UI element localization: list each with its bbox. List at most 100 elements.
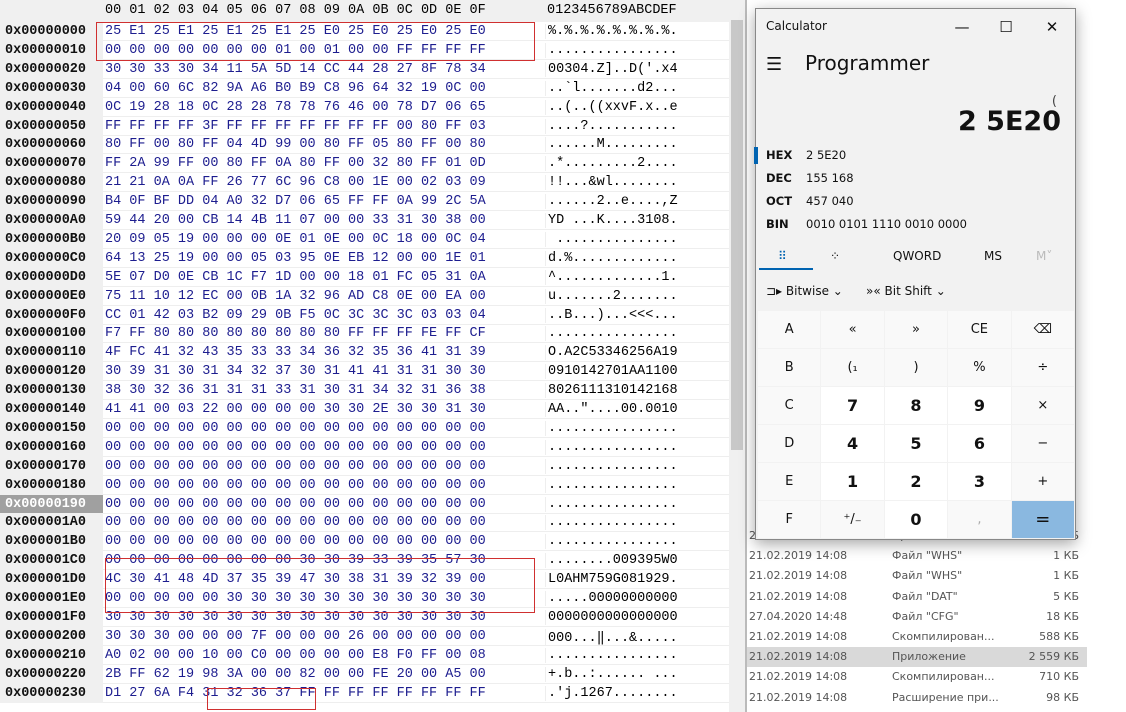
row-ascii[interactable]: 00304.Z]..D('.x4 <box>545 61 678 77</box>
key-10[interactable]: C <box>758 387 821 424</box>
row-hex-bytes[interactable]: 38 30 32 36 31 31 31 33 31 30 31 34 32 3… <box>105 383 486 398</box>
row-address[interactable]: 0x00000230 <box>0 683 103 703</box>
minimize-button[interactable]: — <box>939 13 985 41</box>
row-ascii[interactable]: ....?........... <box>545 118 678 134</box>
key-3[interactable]: CE <box>948 311 1011 348</box>
row-ascii[interactable]: ........009395W0 <box>545 553 678 569</box>
radix-row-dec[interactable]: DEC 155 168 <box>756 167 1076 190</box>
key-4[interactable]: ⌫ <box>1011 311 1074 348</box>
row-address[interactable]: 0x000000C0 <box>0 248 103 268</box>
key-25[interactable]: F <box>758 501 821 538</box>
row-ascii[interactable]: YD ...K....3108. <box>545 213 678 228</box>
row-address[interactable]: 0x000000D0 <box>0 267 103 287</box>
key-27[interactable]: 0 <box>884 501 948 538</box>
close-button[interactable]: ✕ <box>1029 13 1075 41</box>
row-ascii[interactable]: ................ <box>545 477 678 493</box>
file-row[interactable]: 21.02.2019 14:08 Расширение при... 98 КБ <box>747 688 1087 708</box>
row-address[interactable]: 0x00000150 <box>0 418 103 438</box>
row-address[interactable]: 0x000001C0 <box>0 551 103 571</box>
memory-store-button[interactable]: MS <box>984 249 1002 263</box>
row-ascii[interactable]: ................ <box>545 496 678 512</box>
row-address[interactable]: 0x00000030 <box>0 78 103 98</box>
row-hex-bytes[interactable]: FF FF FF FF 3F FF FF FF FF FF FF FF 00 8… <box>105 119 486 134</box>
memory-recall-button[interactable]: M˅ <box>1036 249 1052 263</box>
key-24[interactable]: + <box>1011 463 1074 500</box>
row-address[interactable]: 0x000000F0 <box>0 305 103 325</box>
row-hex-bytes[interactable]: 4F FC 41 32 43 35 33 33 34 36 32 35 36 4… <box>105 345 486 360</box>
row-hex-bytes[interactable]: B4 0F BF DD 04 A0 32 D7 06 65 FF FF 0A 9… <box>105 194 486 209</box>
hamburger-menu-icon[interactable]: ☰ <box>766 54 782 75</box>
row-ascii[interactable]: .....00000000000 <box>545 591 678 606</box>
file-row[interactable]: 21.02.2019 14:08 Файл "DAT" 5 КБ <box>747 587 1087 607</box>
bitshift-dropdown[interactable]: »« Bit Shift ⌄ <box>866 284 946 298</box>
row-ascii[interactable]: ................ <box>545 647 678 663</box>
row-ascii[interactable]: 000...‖...&..... <box>545 628 678 646</box>
key-17[interactable]: 5 <box>884 425 948 462</box>
row-hex-bytes[interactable]: 00 00 00 00 00 00 00 00 00 00 00 00 00 0… <box>105 515 486 530</box>
scrollbar-thumb[interactable] <box>731 20 743 450</box>
row-address[interactable]: 0x00000210 <box>0 645 103 665</box>
key-13[interactable]: 9 <box>948 387 1011 424</box>
row-ascii[interactable]: ................ <box>545 439 678 455</box>
row-address[interactable]: 0x00000130 <box>0 381 103 401</box>
row-ascii[interactable]: ^.............1. <box>545 269 678 285</box>
file-row[interactable]: 21.02.2019 14:08 Скомпилирован... 710 КБ <box>747 667 1087 687</box>
row-ascii[interactable]: ..`l.......d2... <box>545 80 678 96</box>
row-address[interactable]: 0x00000070 <box>0 154 103 174</box>
row-address[interactable]: 0x00000000 <box>0 22 103 41</box>
row-hex-bytes[interactable]: 00 00 00 00 00 00 00 00 00 00 00 00 00 0… <box>105 478 486 493</box>
key-12[interactable]: 8 <box>884 387 948 424</box>
row-ascii[interactable]: ..(..((xxvF.x..e <box>545 99 678 115</box>
row-ascii[interactable]: L0AHM759G081929. <box>545 572 678 588</box>
word-size-button[interactable]: QWORD <box>893 249 941 263</box>
row-ascii[interactable]: 8026111310142168 <box>545 383 678 399</box>
file-row[interactable]: 27.04.2020 14:48 Файл "CFG" 18 КБ <box>747 607 1087 627</box>
key-20[interactable]: E <box>758 463 821 500</box>
row-ascii[interactable]: ......M......... <box>545 137 678 153</box>
row-hex-bytes[interactable]: 21 21 0A 0A FF 26 77 6C 96 C8 00 1E 00 0… <box>105 175 486 190</box>
row-ascii[interactable]: O.A2C53346256A19 <box>545 345 678 361</box>
row-address[interactable]: 0x00000140 <box>0 400 103 419</box>
row-address[interactable]: 0x00000100 <box>0 324 103 344</box>
row-address[interactable]: 0x00000010 <box>0 40 103 60</box>
key-15[interactable]: D <box>758 425 821 462</box>
row-address[interactable]: 0x00000080 <box>0 173 103 193</box>
row-hex-bytes[interactable]: 5E 07 D0 0E CB 1C F7 1D 00 00 18 01 FC 0… <box>105 270 486 285</box>
row-ascii[interactable]: ..B...)...<<<... <box>545 307 678 323</box>
row-hex-bytes[interactable]: CC 01 42 03 B2 09 29 0B F5 0C 3C 3C 3C 0… <box>105 308 486 323</box>
key-18[interactable]: 6 <box>948 425 1011 462</box>
key-1[interactable]: « <box>821 311 884 348</box>
row-hex-bytes[interactable]: 30 39 31 30 31 34 32 37 30 31 41 41 31 3… <box>105 364 486 379</box>
row-hex-bytes[interactable]: 00 00 00 00 00 00 00 00 00 00 00 00 00 0… <box>105 534 486 549</box>
row-address[interactable]: 0x000001F0 <box>0 607 103 627</box>
row-address[interactable]: 0x000001A0 <box>0 513 103 533</box>
file-row[interactable]: 21.02.2019 14:08 Файл "WHS" 1 КБ <box>747 546 1087 566</box>
row-hex-bytes[interactable]: 0C 19 28 18 0C 28 28 78 78 76 46 00 78 D… <box>105 100 486 115</box>
key-23[interactable]: 3 <box>948 463 1011 500</box>
key-14[interactable]: × <box>1011 387 1074 424</box>
row-hex-bytes[interactable]: 00 00 00 00 00 00 00 00 00 00 00 00 00 0… <box>105 421 486 436</box>
row-address[interactable]: 0x00000180 <box>0 475 103 495</box>
row-address[interactable]: 0x000001E0 <box>0 589 103 608</box>
row-ascii[interactable]: ................ <box>545 326 678 342</box>
row-ascii[interactable]: +.b..:...... ... <box>545 666 678 682</box>
row-address[interactable]: 0x00000050 <box>0 116 103 136</box>
row-hex-bytes[interactable]: 00 00 00 00 00 00 00 00 00 00 00 00 00 0… <box>105 440 486 455</box>
row-address[interactable]: 0x000000A0 <box>0 211 103 230</box>
row-ascii[interactable]: ................ <box>545 515 678 531</box>
row-address[interactable]: 0x000001B0 <box>0 532 103 552</box>
key-11[interactable]: 7 <box>821 387 884 424</box>
row-hex-bytes[interactable]: A0 02 00 00 10 00 C0 00 00 00 00 E8 F0 F… <box>105 648 486 663</box>
key-7[interactable]: ) <box>884 349 948 386</box>
file-row[interactable]: 21.02.2019 14:08 Скомпилирован... 588 КБ <box>747 627 1087 647</box>
key-8[interactable]: % <box>948 349 1011 386</box>
row-address[interactable]: 0x00000060 <box>0 135 103 155</box>
row-hex-bytes[interactable]: 80 FF 00 80 FF 04 4D 99 00 80 FF 05 80 F… <box>105 137 486 152</box>
key-2[interactable]: » <box>884 311 948 348</box>
key-29[interactable]: = <box>1011 501 1074 538</box>
row-ascii[interactable]: %.%.%.%.%.%.%.%. <box>545 24 678 39</box>
row-ascii[interactable]: ................ <box>545 534 678 550</box>
row-address[interactable]: 0x00000220 <box>0 664 103 684</box>
vertical-scrollbar[interactable] <box>729 0 745 712</box>
row-address[interactable]: 0x000000B0 <box>0 229 103 249</box>
